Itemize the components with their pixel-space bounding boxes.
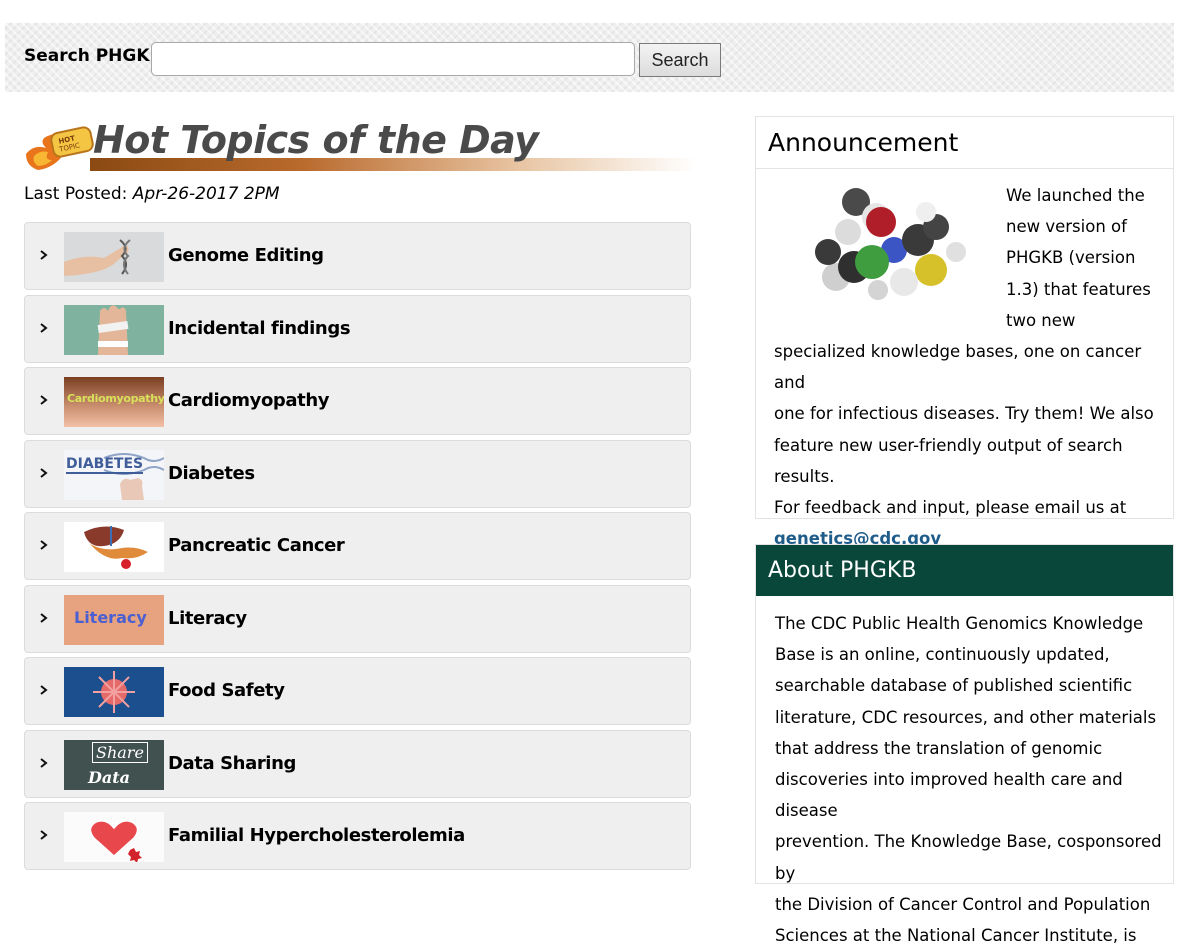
about-line: the Division of Cancer Control and Popul… [775, 894, 1151, 914]
topic-item-cardiomyopathy[interactable]: Cardiomyopathy Cardiomyopathy [24, 367, 691, 435]
chevron-right-icon [40, 540, 48, 550]
announcement-text: specialized knowledge bases, one on canc… [774, 336, 1173, 554]
announcement-line: new version of [1006, 217, 1127, 237]
announcement-line: specialized knowledge bases, one on canc… [774, 342, 1142, 393]
about-line: prevention. The Knowledge Base, cosponso… [775, 832, 1162, 883]
announcement-line: For feedback and input, please email us … [774, 498, 1127, 518]
chevron-right-icon [40, 830, 48, 840]
pancreatic-cancer-thumbnail [64, 522, 164, 572]
genome-editing-thumbnail [64, 232, 164, 282]
topic-label: Incidental findings [168, 318, 351, 339]
search-label: Search PHGKB: [24, 46, 170, 66]
announcement-title: Announcement [756, 117, 1173, 169]
topic-label: Pancreatic Cancer [168, 535, 345, 556]
topic-item-literacy[interactable]: Literacy Literacy [24, 585, 691, 653]
chevron-right-icon [40, 468, 48, 478]
search-input[interactable] [151, 42, 635, 76]
chevron-right-icon [40, 250, 48, 260]
about-text: The CDC Public Health Genomics Knowledge… [775, 608, 1173, 951]
topic-item-diabetes[interactable]: DIABETES Diabetes [24, 440, 691, 508]
thumbnail-text: Literacy [74, 608, 147, 627]
topic-label: Familial Hypercholesterolemia [168, 825, 465, 846]
about-line: literature, CDC resources, and other mat… [775, 707, 1157, 727]
topic-item-incidental-findings[interactable]: Incidental findings [24, 295, 691, 363]
announcement-line: We launched the [1006, 186, 1145, 205]
topic-label: Diabetes [168, 463, 255, 484]
topic-item-genome-editing[interactable]: Genome Editing [24, 222, 691, 290]
announcement-line: feature new user-friendly output of sear… [774, 435, 1123, 486]
topic-label: Cardiomyopathy [168, 390, 330, 411]
food-safety-thumbnail [64, 667, 164, 717]
announcement-line: two new [1006, 310, 1076, 330]
thumbnail-text: Share [92, 742, 148, 763]
literacy-thumbnail: Literacy [64, 595, 164, 645]
topic-label: Literacy [168, 608, 247, 629]
about-line: The CDC Public Health Genomics Knowledge [775, 614, 1144, 633]
thumbnail-text: Cardiomyopathy [67, 392, 164, 405]
hot-topic-flame-icon: HOT TOPIC [24, 124, 94, 172]
topic-item-pancreatic-cancer[interactable]: Pancreatic Cancer [24, 512, 691, 580]
cardiomyopathy-thumbnail: Cardiomyopathy [64, 377, 164, 427]
announcement-line: one for infectious diseases. Try them! W… [774, 404, 1154, 424]
about-line: that address the translation of genomic [775, 738, 1103, 758]
topic-label: Food Safety [168, 680, 285, 701]
about-title: About PHGKB [756, 545, 1173, 596]
topic-item-familial-hypercholesterolemia[interactable]: Familial Hypercholesterolemia [24, 802, 691, 870]
thumbnail-text: Data [88, 768, 130, 787]
about-panel: About PHGKB The CDC Public Health Genomi… [755, 544, 1174, 945]
about-line: Sciences at the National Cancer Institut… [775, 926, 1137, 946]
search-bar: Search PHGKB: Search [5, 23, 1174, 92]
last-posted-label: Last Posted: [24, 184, 128, 204]
last-posted: Last Posted: Apr-26-2017 2PM [24, 184, 280, 204]
topic-label: Genome Editing [168, 245, 324, 266]
about-line: searchable database of published scienti… [775, 676, 1133, 696]
chevron-right-icon [40, 613, 48, 623]
topic-item-food-safety[interactable]: Food Safety [24, 657, 691, 725]
familial-hypercholesterolemia-thumbnail [64, 812, 164, 862]
page-title: Hot Topics of the Day [93, 118, 539, 162]
about-line: Base is an online, continuously updated, [775, 645, 1110, 665]
incidental-findings-thumbnail [64, 305, 164, 355]
chevron-right-icon [40, 758, 48, 768]
chevron-right-icon [40, 685, 48, 695]
chevron-right-icon [40, 395, 48, 405]
announcement-line: 1.3) that features [1006, 279, 1151, 299]
chevron-right-icon [40, 323, 48, 333]
thumbnail-text: DIABETES [66, 456, 144, 474]
topic-label: Data Sharing [168, 753, 296, 774]
data-sharing-thumbnail: Share Data [64, 740, 164, 790]
announcement-panel: Announcement We launched the new version… [755, 116, 1174, 548]
topic-item-data-sharing[interactable]: Share Data Data Sharing [24, 730, 691, 798]
diabetes-thumbnail: DIABETES [64, 450, 164, 500]
about-line: discoveries into improved health care an… [775, 770, 1123, 821]
announcement-line: PHGKB (version [1006, 248, 1136, 268]
search-button[interactable]: Search [639, 43, 721, 77]
molecule-image [806, 182, 966, 312]
last-posted-date: Apr-26-2017 2PM [132, 184, 280, 204]
announcement-text-float: We launched the new version of PHGKB (ve… [1006, 180, 1151, 336]
